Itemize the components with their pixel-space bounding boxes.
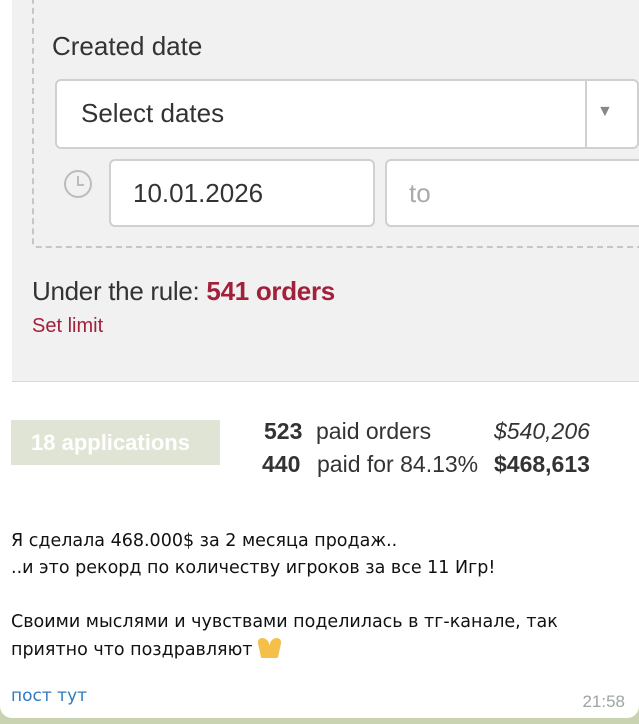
date-from-input[interactable] bbox=[109, 159, 375, 227]
message-bubble: Created date Select dates ▼ Under the ru… bbox=[0, 0, 639, 718]
applications-badge: 18 applications bbox=[11, 420, 220, 465]
message-line-last: приятно что поздравляют bbox=[11, 636, 626, 664]
message-line: Своими мыслями и чувствами поделилась в … bbox=[11, 612, 558, 632]
rule-summary: Under the rule: 541 orders bbox=[32, 276, 335, 307]
select-divider bbox=[585, 81, 587, 147]
field-title: Created date bbox=[52, 31, 203, 61]
paid-orders-amount: $540,206 bbox=[494, 418, 590, 444]
folded-hands-icon bbox=[257, 636, 283, 658]
paid-for-count: 440 bbox=[262, 451, 301, 477]
rule-order-count: 541 orders bbox=[206, 276, 335, 306]
clock-icon bbox=[64, 170, 92, 198]
message-text: Я сделала 468.000$ за 2 месяца продаж.. … bbox=[11, 528, 626, 664]
post-link[interactable]: пост тут bbox=[11, 686, 87, 706]
paid-for-label: paid for 84.13% bbox=[317, 451, 479, 477]
message-line: Я сделала 468.000$ за 2 месяца продаж.. bbox=[11, 531, 398, 551]
screenshot-image: Created date Select dates ▼ Under the ru… bbox=[0, 0, 639, 500]
filter-panel: Created date Select dates ▼ Under the ru… bbox=[12, 0, 639, 382]
rule-prefix: Under the rule: bbox=[32, 276, 200, 306]
paid-orders-count: 523 bbox=[264, 418, 303, 444]
date-to-input[interactable] bbox=[385, 159, 639, 227]
chevron-down-icon[interactable]: ▼ bbox=[597, 103, 613, 121]
paid-for-amount: $468,613 bbox=[494, 451, 590, 477]
message-time: 21:58 bbox=[582, 692, 625, 711]
paid-orders-label: paid orders bbox=[316, 418, 432, 444]
set-limit-link[interactable]: Set limit bbox=[32, 315, 103, 338]
message-line-text: приятно что поздравляют bbox=[11, 640, 253, 660]
select-placeholder: Select dates bbox=[81, 98, 225, 128]
date-select[interactable]: Select dates ▼ bbox=[55, 79, 639, 149]
message-line: ..и это рекорд по количеству игроков за … bbox=[11, 558, 496, 578]
